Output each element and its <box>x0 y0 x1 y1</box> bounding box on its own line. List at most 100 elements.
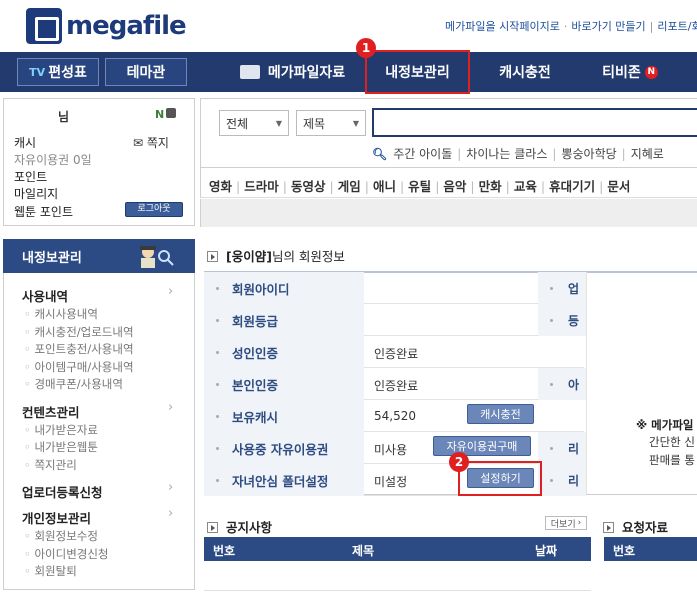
category-link[interactable]: 문서 <box>607 179 630 194</box>
keyword[interactable]: 지혜로 <box>631 147 664 161</box>
note-line: 간단한 신 <box>649 435 695 449</box>
info-row-label: 성인인증 <box>204 336 364 368</box>
info-row-value: 54,520 <box>374 409 416 423</box>
logout-button[interactable]: 로그아웃 <box>125 202 183 217</box>
menu-item[interactable]: 회원탈퇴 <box>24 563 76 579</box>
category-link[interactable]: 휴대기기 <box>549 179 595 194</box>
nav-my-info[interactable]: 내정보관리 <box>365 50 470 94</box>
info-row-value: 미설정 <box>374 475 408 489</box>
menu-item[interactable]: 포인트충전/사용내역 <box>24 341 133 357</box>
set-homepage-link[interactable]: 메가파일을 시작페이지로 <box>445 20 560 33</box>
category-link[interactable]: 드라마 <box>244 179 279 194</box>
tv-schedule-button[interactable]: TV 편성표 <box>17 58 99 86</box>
menu-item[interactable]: 아이템구매/사용내역 <box>24 359 133 375</box>
envelope-icon: ✉ <box>133 136 147 150</box>
info-row-value: 인증완료 <box>374 379 419 393</box>
shortcut-link[interactable]: 바로가기 만들기 <box>571 20 645 33</box>
menu-section-title[interactable]: 업로더등록신청 <box>22 482 103 501</box>
info-row-label: 본인인증 <box>204 368 364 400</box>
search-icon: 🔍︎ <box>372 147 388 161</box>
logo-text: megafile <box>66 11 187 41</box>
message-link[interactable]: ✉ 쪽지 <box>133 134 169 151</box>
field-select[interactable]: 제목 ▼ <box>296 110 366 136</box>
link-separator: | <box>649 20 654 33</box>
info-row-label: 회원아이디 <box>204 272 364 304</box>
info-row-label: 회원등급 <box>204 304 364 336</box>
detective-icon <box>140 246 174 268</box>
category-link[interactable]: 유틸 <box>408 179 431 194</box>
menu-item[interactable]: 내가받은웹툰 <box>24 439 97 455</box>
info-row-label: 사용중 자유이용권 <box>204 432 364 464</box>
buy-freepass-button[interactable]: 자유이용권구매 <box>433 436 531 456</box>
n-badge[interactable]: N <box>155 108 177 121</box>
info-row-label: 자녀안심 폴더설정 <box>204 464 364 496</box>
request-label: 요청자료 <box>622 520 669 535</box>
keyword[interactable]: 주간 아이돌 <box>393 147 452 161</box>
select-value: 전체 <box>226 116 249 131</box>
logo[interactable]: megafile <box>26 6 187 46</box>
report-link[interactable]: 리포트/회원 <box>657 20 697 33</box>
separator: | <box>470 179 475 194</box>
menu-item[interactable]: 아이디변경신청 <box>24 546 108 562</box>
gray-bar <box>200 199 697 227</box>
nav-megafile-data[interactable]: 메가파일자료 <box>230 52 355 92</box>
cash-charge-button[interactable]: 캐시충전 <box>467 404 534 424</box>
message-label: 쪽지 <box>146 136 169 150</box>
chevron-right-icon: › <box>168 284 174 299</box>
notice-table-body <box>204 561 591 591</box>
step-badge-2: 2 <box>449 452 469 472</box>
chevron-right-icon: › <box>168 480 174 495</box>
category-link[interactable]: 영화 <box>209 179 232 194</box>
category-link[interactable]: 애니 <box>373 179 396 194</box>
menu-item[interactable]: 내가받은자료 <box>24 422 97 438</box>
category-select[interactable]: 전체 ▼ <box>219 110 289 136</box>
category-link[interactable]: 게임 <box>338 179 361 194</box>
menu-item[interactable]: 회원정보수정 <box>24 528 97 544</box>
separator: | <box>236 179 241 194</box>
dropdown-arrow-icon: ▼ <box>352 118 359 128</box>
request-title: 요청자료 <box>603 517 668 536</box>
webtoon-point-label: 웹툰 포인트 <box>14 205 74 219</box>
menu-item[interactable]: 캐시충전/업로드내역 <box>24 324 133 340</box>
menu-section-title[interactable]: 사용내역 <box>22 286 68 305</box>
menu-item[interactable]: 경매쿠폰/사용내역 <box>24 376 123 392</box>
setting-button[interactable]: 설정하기 <box>467 468 534 488</box>
plus-icon <box>166 108 177 118</box>
new-badge-icon: N <box>644 65 658 79</box>
separator: | <box>329 179 334 194</box>
bullet-arrow-icon <box>603 522 614 533</box>
separator: | <box>505 179 510 194</box>
dropdown-arrow-icon: ▼ <box>275 118 282 128</box>
category-link[interactable]: 만화 <box>479 179 502 194</box>
menu-section-title[interactable]: 컨텐츠관리 <box>22 402 80 421</box>
nav-tvzone[interactable]: 티비존 N <box>585 52 675 92</box>
notice-table-header <box>204 537 591 561</box>
notice-label: 공지사항 <box>226 520 273 535</box>
search-input[interactable] <box>372 108 697 137</box>
point-label: 포인트 <box>14 170 48 184</box>
info-row-label: 보유캐시 <box>204 400 364 432</box>
separator: | <box>540 179 546 194</box>
bullet-arrow-icon <box>207 251 218 262</box>
menu-section-title[interactable]: 개인정보관리 <box>22 508 91 527</box>
category-link[interactable]: 교육 <box>514 179 537 194</box>
notice-title: 공지사항 <box>207 517 272 536</box>
keyword[interactable]: 뽕숭아학당 <box>561 147 616 161</box>
info-right-label: 아 <box>538 368 586 400</box>
more-button[interactable]: 더보기 › <box>545 516 587 530</box>
mileage-label: 마일리지 <box>14 187 59 201</box>
category-link[interactable]: 음악 <box>443 179 466 194</box>
user-name: 님 <box>58 110 70 124</box>
keyword[interactable]: 차이나는 클라스 <box>466 147 547 161</box>
tv-schedule-label: 편성표 <box>48 65 87 81</box>
theme-button[interactable]: 테마관 <box>105 58 187 86</box>
menu-item[interactable]: 쪽지관리 <box>24 457 76 473</box>
n-label: N <box>155 108 165 121</box>
select-value: 제목 <box>303 116 326 131</box>
col-title: 제목 <box>352 544 375 558</box>
nav-cash-charge[interactable]: 캐시충전 <box>480 52 570 92</box>
category-link[interactable]: 동영상 <box>291 179 326 194</box>
nav-label: 메가파일자료 <box>267 65 346 81</box>
info-right-label: 등 <box>538 304 586 336</box>
menu-item[interactable]: 캐시사용내역 <box>24 306 97 322</box>
